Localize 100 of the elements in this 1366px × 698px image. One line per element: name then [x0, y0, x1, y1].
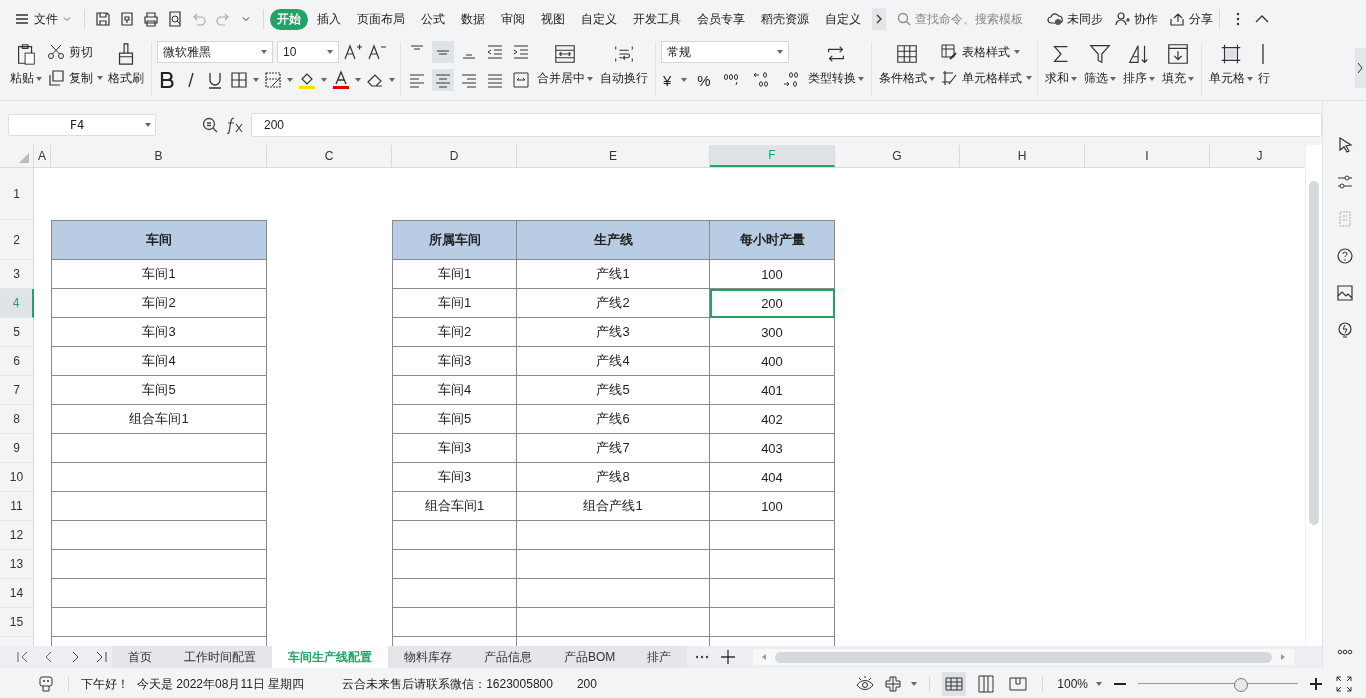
image-icon[interactable]	[1334, 283, 1355, 303]
column-header[interactable]: A	[34, 145, 51, 167]
help-icon[interactable]	[1334, 246, 1355, 266]
sheet-tab[interactable]: 工作时间配置	[168, 646, 272, 668]
ribbon-tab[interactable]: 稻壳资源	[754, 8, 816, 30]
decrease-font-size-icon[interactable]	[367, 42, 387, 62]
zoom-level[interactable]: 100%	[1057, 677, 1088, 691]
vertical-scrollbar[interactable]	[1305, 145, 1322, 646]
number-format-select[interactable]: 常规	[661, 41, 789, 63]
robot-icon[interactable]	[36, 674, 56, 694]
paste-button[interactable]: 粘贴	[8, 40, 44, 89]
percent-button[interactable]: %	[695, 71, 713, 89]
ribbon-tab[interactable]: 开发工具	[626, 8, 688, 30]
row-header[interactable]: 5	[0, 318, 34, 347]
function-icon[interactable]	[225, 116, 245, 134]
row-header[interactable]: 11	[0, 492, 34, 521]
row-header[interactable]: 9	[0, 434, 34, 463]
row-header[interactable]: 7	[0, 376, 34, 405]
chevron-down-icon[interactable]	[241, 14, 251, 24]
type-convert-button[interactable]: 类型转换	[805, 40, 866, 89]
export-icon[interactable]	[118, 10, 136, 28]
increase-font-size-icon[interactable]	[343, 42, 363, 62]
zoom-icon[interactable]	[201, 116, 219, 134]
caret-icon[interactable]	[253, 78, 259, 82]
font-color-icon[interactable]	[331, 70, 351, 90]
ribbon-tab[interactable]: 数据	[454, 8, 492, 30]
ribbon-tab[interactable]: 会员专享	[690, 8, 752, 30]
print-icon[interactable]	[142, 10, 160, 28]
sheet-tab[interactable]: 首页	[112, 646, 168, 668]
ribbon-tab[interactable]: 视图	[534, 8, 572, 30]
sort-button[interactable]: 排序	[1120, 40, 1157, 89]
fill-button[interactable]: 填充	[1159, 40, 1196, 89]
column-header[interactable]: D	[392, 145, 517, 167]
cross-layout-icon[interactable]	[883, 674, 904, 694]
font-size-select[interactable]: 10	[277, 41, 339, 63]
sheet-tab[interactable]: 物料库存	[388, 646, 468, 668]
column-header[interactable]: G	[835, 145, 960, 167]
sum-button[interactable]: 求和	[1042, 40, 1079, 89]
row-header[interactable]: 8	[0, 405, 34, 434]
collaborate-button[interactable]: 协作	[1113, 10, 1158, 28]
save-icon[interactable]	[94, 10, 112, 28]
borders-icon[interactable]	[229, 70, 249, 90]
row-header[interactable]: 13	[0, 550, 34, 579]
sheet-tab[interactable]: 产品BOM	[548, 646, 632, 668]
print-preview-icon[interactable]	[166, 10, 184, 28]
caret-icon[interactable]	[681, 78, 688, 82]
column-header[interactable]: B	[51, 145, 267, 167]
caret-icon[interactable]	[911, 682, 918, 686]
normal-view-icon[interactable]	[942, 672, 967, 696]
horizontal-scrollbar[interactable]	[753, 649, 1294, 665]
cell-button[interactable]: 单元格	[1206, 40, 1255, 89]
align-middle-icon[interactable]	[432, 41, 454, 63]
row-header[interactable]: 12	[0, 521, 34, 550]
format-painter-button[interactable]: 格式刷	[106, 40, 146, 89]
font-name-select[interactable]: 微软雅黑	[157, 41, 273, 63]
column-header[interactable]: I	[1085, 145, 1210, 167]
scrollbar-thumb[interactable]	[1309, 181, 1319, 525]
search-field[interactable]: 查找命令、搜索模板	[896, 11, 1036, 27]
file-menu[interactable]: 文件	[14, 10, 78, 28]
share-button[interactable]: 分享	[1168, 10, 1213, 28]
row-header[interactable]: 3	[0, 260, 34, 289]
cell-style-icon[interactable]	[263, 70, 283, 90]
row-header[interactable]: 15	[0, 608, 34, 637]
filter-button[interactable]: 筛选	[1081, 40, 1118, 89]
row-header[interactable]: 14	[0, 579, 34, 608]
column-header[interactable]: H	[960, 145, 1085, 167]
merge-center-button[interactable]: 合并居中	[535, 40, 595, 89]
scrollbar-thumb[interactable]	[775, 651, 1272, 663]
wrap-text-button[interactable]: 自动换行	[598, 40, 650, 89]
slider-thumb[interactable]	[1234, 678, 1248, 692]
table-style-button[interactable]: 表格样式	[939, 42, 1032, 62]
copy-button[interactable]: 复制	[47, 68, 103, 88]
align-center-icon[interactable]	[432, 69, 454, 91]
ribbon-tab[interactable]: 插入	[310, 8, 348, 30]
name-box[interactable]: F4	[8, 114, 156, 136]
caret-icon[interactable]	[389, 78, 395, 82]
row-header[interactable]: 1	[0, 168, 34, 220]
caret-icon[interactable]	[287, 78, 293, 82]
fullscreen-icon[interactable]	[1334, 674, 1354, 694]
caret-icon[interactable]	[355, 78, 361, 82]
caret-icon[interactable]	[321, 78, 327, 82]
row-header[interactable]: 6	[0, 347, 34, 376]
sync-button[interactable]: 未同步	[1046, 10, 1103, 28]
ribbon-tab[interactable]: 页面布局	[350, 8, 412, 30]
distribute-icon[interactable]	[510, 69, 532, 91]
row-button[interactable]: 行	[1257, 40, 1274, 89]
ribbon-tab[interactable]: 公式	[414, 8, 452, 30]
sheet-tab[interactable]: 产品信息	[468, 646, 548, 668]
ribbon-tab[interactable]: 自定义	[818, 8, 868, 30]
currency-button[interactable]: ¥	[661, 71, 674, 89]
cell-style-button[interactable]: 单元格样式	[939, 68, 1032, 88]
chevron-right-icon[interactable]	[872, 8, 886, 30]
formula-input[interactable]: 200	[251, 113, 1322, 137]
zoom-slider[interactable]	[1138, 676, 1298, 692]
cut-button[interactable]: 剪切	[47, 42, 103, 62]
conditional-format-button[interactable]: 条件格式	[876, 40, 937, 89]
ribbon-tab[interactable]: 审阅	[494, 8, 532, 30]
caret-icon[interactable]	[1096, 682, 1102, 686]
sheet-tab[interactable]: 排产	[631, 646, 688, 668]
row-header[interactable]: 10	[0, 463, 34, 492]
